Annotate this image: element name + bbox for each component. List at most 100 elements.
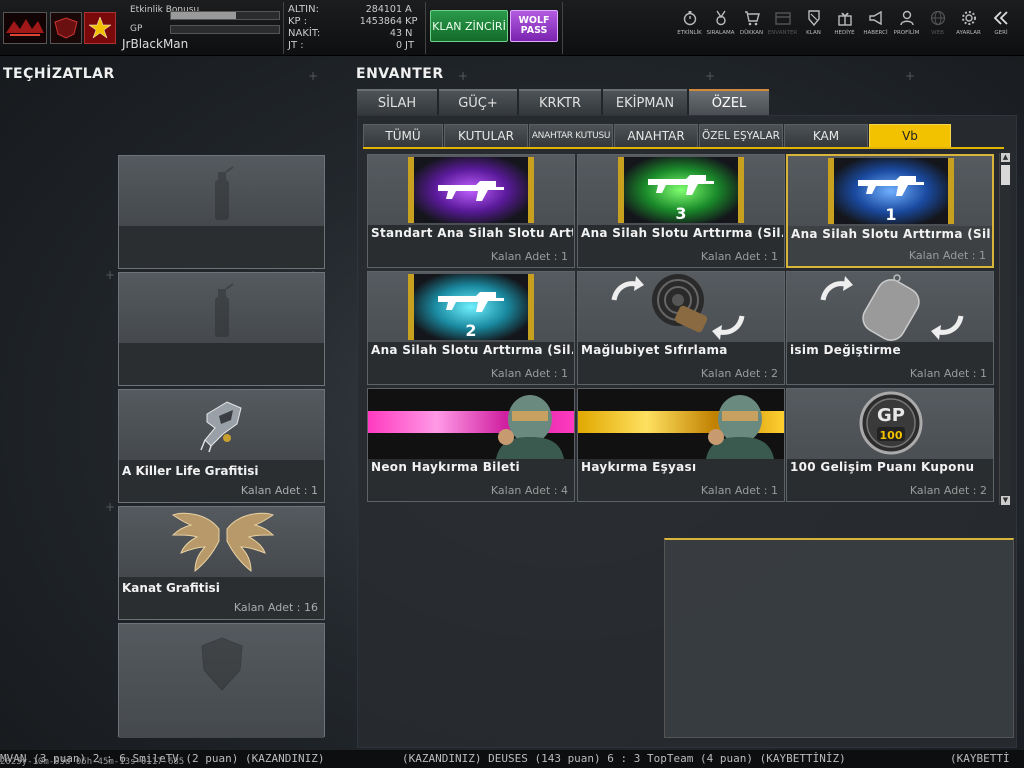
- nav-messenger[interactable]: HABERCİ: [860, 8, 891, 48]
- ticker-text: (KAZANDINIZ) DEUSES (143 puan) 6 : 3 Top…: [402, 752, 846, 765]
- crosshair-mark: +: [705, 69, 716, 83]
- currency-panel: ALTIN: 284101 A KP : 1453864 KP NAKİT: 4…: [284, 4, 424, 54]
- nav-label: ETKİNLİK: [677, 30, 702, 36]
- subtab-cam[interactable]: KAM: [784, 124, 868, 148]
- tab-character[interactable]: KRKTR: [519, 89, 601, 115]
- clan-chain-button[interactable]: KLAN ZİNCİRİ: [430, 10, 508, 42]
- equipment-slot-wings[interactable]: Kanat Grafitisi Kalan Adet : 16: [118, 506, 325, 620]
- tab-weapon[interactable]: SİLAH: [357, 89, 437, 115]
- nav-profile[interactable]: PROFİLİM: [891, 8, 922, 48]
- inventory-item-selected[interactable]: 1 Ana Silah Slotu Arttırma (Sil... Kalan…: [786, 154, 994, 268]
- equipment-slot[interactable]: [118, 623, 325, 738]
- nav-clan[interactable]: KLAN: [798, 8, 829, 48]
- scroll-down-icon[interactable]: ▼: [1001, 496, 1010, 505]
- globe-icon: [930, 10, 945, 26]
- equipment-slot[interactable]: [118, 155, 325, 269]
- inventory-item[interactable]: Haykırma Eşyası Kalan Adet : 1: [577, 388, 785, 502]
- scroll-thumb[interactable]: [1001, 165, 1010, 185]
- equipment-slot[interactable]: [118, 272, 325, 386]
- item-count: Kalan Adet : 1: [908, 249, 986, 262]
- tab-label: EKİPMAN: [615, 95, 675, 111]
- item-name: Mağlubiyet Sıfırlama: [581, 343, 728, 357]
- crosshair-mark: +: [905, 69, 916, 83]
- tab-equipment[interactable]: EKİPMAN: [603, 89, 687, 115]
- nav-shop[interactable]: DÜKKAN: [736, 8, 767, 48]
- nav-label: AYARLAR: [956, 30, 981, 36]
- crosshair-mark: +: [308, 69, 319, 83]
- gp-badge-text: GP: [877, 405, 905, 426]
- nav-label: PROFİLİM: [893, 30, 920, 36]
- divider: [562, 2, 563, 54]
- inventory-item[interactable]: GP 100 100 Gelişim Puanı Kuponu Kalan Ad…: [786, 388, 994, 502]
- subtab-label: Vb: [902, 129, 918, 143]
- nav-label: DÜKKAN: [739, 30, 764, 36]
- item-name: Ana Silah Slotu Arttırma (Sil...: [581, 226, 783, 240]
- nav-ranking[interactable]: SIRALAMA: [705, 8, 736, 48]
- stopwatch-icon: [683, 11, 696, 26]
- wolf-pass-button[interactable]: WOLF PASS: [510, 10, 558, 42]
- subtab-all[interactable]: TÜMÜ: [363, 124, 443, 148]
- gp-badge-value: 100: [880, 429, 903, 442]
- tab-label: ÖZEL: [711, 95, 747, 111]
- currency-label: ALTIN:: [288, 4, 319, 15]
- slot-footer: [119, 343, 324, 385]
- inventory-scrollbar[interactable]: ▲ ▼: [999, 153, 1011, 505]
- inventory-item[interactable]: Neon Haykırma Bileti Kalan Adet : 4: [367, 388, 575, 502]
- user-info: Etkinlik Bonusu GP JrBlackMan: [122, 3, 282, 53]
- inventory-item[interactable]: Mağlubiyet Sıfırlama Kalan Adet : 2: [577, 271, 785, 385]
- subtab-label: TÜMÜ: [385, 129, 421, 143]
- killer-graffiti-icon: [200, 401, 242, 453]
- tab-power[interactable]: GÜÇ+: [439, 89, 517, 115]
- nav-event[interactable]: ETKİNLİK: [674, 8, 705, 48]
- item-image: 3: [578, 155, 784, 225]
- gp-label: GP: [130, 24, 143, 34]
- slot-image: [119, 156, 324, 226]
- inventory-item[interactable]: 3 Ana Silah Slotu Arttırma (Sil... Kalan…: [577, 154, 785, 268]
- crosshair-mark: +: [105, 268, 116, 282]
- nav-web[interactable]: WEB: [922, 8, 953, 48]
- subtab-etc[interactable]: Vb: [869, 124, 951, 148]
- rank-badge-icon: [84, 12, 116, 44]
- item-image: [578, 272, 784, 342]
- item-name: Ana Silah Slotu Arttırma (Sil...: [791, 227, 993, 241]
- nav-inventory[interactable]: ENVANTER: [767, 8, 798, 48]
- nav-settings[interactable]: AYARLAR: [953, 8, 984, 48]
- nav-gift[interactable]: HEDİYE: [829, 8, 860, 48]
- scroll-up-icon[interactable]: ▲: [1001, 153, 1010, 162]
- subtab-label: KUTULAR: [458, 129, 514, 143]
- subtab-key[interactable]: ANAHTAR: [614, 124, 698, 148]
- slot-image: [119, 507, 324, 577]
- inventory-sub-tabs: TÜMÜ KUTULAR ANAHTAR KUTUSU ANAHTAR ÖZEL…: [363, 124, 952, 148]
- event-bonus-bar: [170, 11, 280, 20]
- item-count: Kalan Adet : 4: [490, 484, 568, 497]
- slot-footer: [119, 226, 324, 268]
- subtab-label: ANAHTAR KUTUSU: [531, 131, 611, 141]
- tab-label: GÜÇ+: [458, 95, 498, 111]
- currency-row-jt: JT : 0 JT: [284, 40, 424, 52]
- equipment-slot-killer-life[interactable]: A Killer Life Grafitisi Kalan Adet : 1: [118, 389, 325, 503]
- cart-icon: [744, 11, 760, 26]
- gear-icon: [961, 11, 976, 25]
- profile-icon: [899, 10, 914, 26]
- subtab-special-items[interactable]: ÖZEL EŞYALAR: [699, 124, 783, 148]
- inventory-item[interactable]: 2 Ana Silah Slotu Arttırma (Sil... Kalan…: [367, 271, 575, 385]
- currency-unit: KP: [405, 16, 418, 27]
- gift-icon: [837, 12, 852, 26]
- tab-label: SİLAH: [377, 95, 417, 111]
- currency-label: KP :: [288, 16, 308, 27]
- currency-value: 43: [389, 28, 402, 39]
- item-count: Kalan Adet : 2: [909, 484, 987, 497]
- megaphone-icon: [868, 10, 882, 26]
- nav-back[interactable]: GERİ: [984, 8, 1018, 48]
- subtab-label: ÖZEL EŞYALAR: [702, 130, 780, 142]
- item-image: 1: [788, 156, 992, 226]
- nav-label: HABERCİ: [863, 30, 888, 36]
- currency-unit: N: [405, 28, 413, 39]
- subtab-boxes[interactable]: KUTULAR: [444, 124, 528, 148]
- tab-special[interactable]: ÖZEL: [689, 89, 769, 115]
- item-image: [368, 389, 574, 459]
- subtab-label: ANAHTAR: [627, 129, 685, 143]
- subtab-key-box[interactable]: ANAHTAR KUTUSU: [529, 124, 613, 148]
- inventory-item[interactable]: Standart Ana Silah Slotu Artt... Kalan A…: [367, 154, 575, 268]
- inventory-item[interactable]: isim Değiştirme Kalan Adet : 1: [786, 271, 994, 385]
